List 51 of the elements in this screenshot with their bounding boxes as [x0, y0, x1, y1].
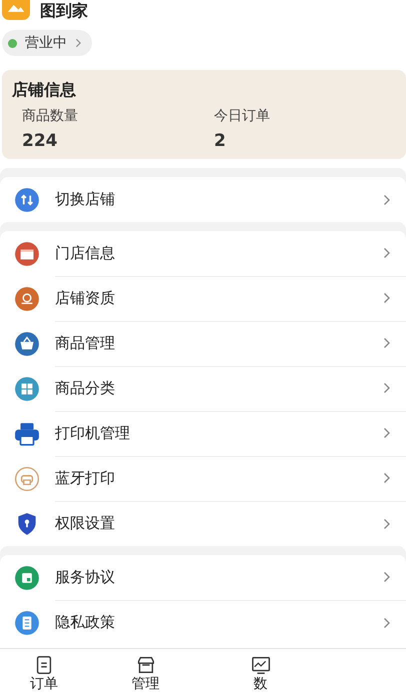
chevron-icon	[383, 337, 391, 349]
menu-label: 店铺资质	[55, 288, 115, 308]
store-icon	[12, 240, 42, 266]
menu-label: 商品分类	[55, 378, 115, 398]
menu-item[interactable]: 门店信息	[0, 231, 406, 276]
document-icon	[12, 610, 42, 636]
basket-icon	[12, 330, 42, 356]
menu-item[interactable]: 蓝牙打印	[0, 456, 406, 501]
stat-label: 今日订单	[214, 107, 271, 125]
menu-label: 商品管理	[55, 334, 115, 352]
chevron-icon	[383, 427, 391, 439]
tab-label[interactable]: 数	[254, 676, 268, 692]
menu-label: 隐私政策	[55, 613, 115, 632]
chevron-icon	[383, 247, 391, 259]
stat-value: 2	[214, 131, 227, 151]
grid-icon	[12, 376, 42, 402]
tab-label[interactable]: 订单	[30, 676, 58, 692]
menu-label: 服务协议	[55, 568, 115, 586]
menu-item[interactable]: 商品管理	[0, 321, 406, 366]
menu-item[interactable]: 切换店铺	[0, 177, 406, 222]
menu-label: 门店信息	[55, 244, 115, 262]
menu-item[interactable]: 商品分类	[0, 366, 406, 411]
menu-item[interactable]: 打印机管理	[0, 411, 406, 456]
chevron-icon	[383, 194, 391, 206]
chart-icon	[250, 654, 272, 676]
printer-icon	[12, 420, 42, 446]
chevron-icon	[383, 382, 391, 394]
menu-item[interactable]: 权限设置	[0, 501, 406, 546]
status-button[interactable]: 营业中	[2, 30, 92, 56]
menu-item[interactable]: 服务协议	[0, 555, 406, 600]
section-title: 店铺信息	[12, 80, 77, 101]
menu-label: 打印机管理	[55, 424, 130, 442]
menu-item[interactable]: 隐私政策	[0, 600, 406, 645]
menu-label: 权限设置	[55, 514, 115, 533]
menu-item[interactable]: 店铺资质	[0, 276, 406, 321]
badge-icon	[12, 286, 42, 312]
document-icon	[12, 564, 42, 590]
printer-icon	[12, 466, 42, 492]
chevron-icon	[383, 292, 391, 304]
chevron-icon	[383, 518, 391, 530]
menu-label: 蓝牙打印	[55, 468, 115, 488]
menu-label: 切换店铺	[55, 190, 115, 209]
stat-label: 商品数量	[22, 107, 79, 125]
chevron-icon	[383, 472, 391, 484]
stat-value: 224	[22, 131, 58, 151]
tab-label[interactable]: 管理	[132, 676, 160, 692]
switch-icon	[12, 186, 42, 212]
chevron-icon	[383, 571, 391, 583]
app-title: 图到家	[40, 0, 88, 20]
chevron-icon	[75, 38, 82, 48]
chevron-icon	[383, 616, 391, 628]
